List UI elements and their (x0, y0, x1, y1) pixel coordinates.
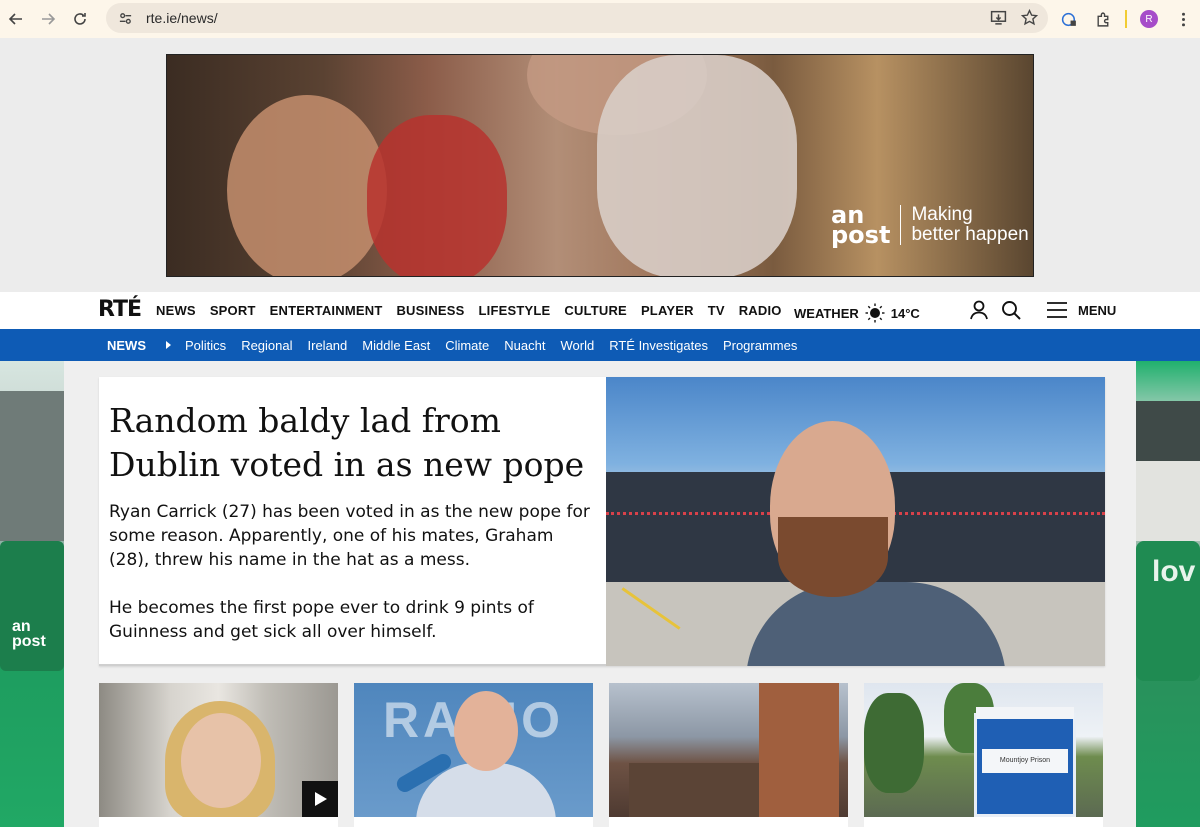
skin-right-brand: lov (1152, 555, 1196, 588)
nav-culture[interactable]: CULTURE (564, 303, 627, 318)
hero-paragraph-2: He becomes the first pope ever to drink … (109, 598, 534, 642)
install-app-icon[interactable] (990, 9, 1007, 26)
subnav-programmes[interactable]: Programmes (723, 338, 797, 353)
browser-menu-button[interactable] (1166, 0, 1200, 38)
story-card-1[interactable] (99, 683, 338, 827)
toolbar-separator (1120, 0, 1132, 38)
profile-button[interactable]: R (1132, 0, 1166, 38)
hero-headline[interactable]: Random baldy lad from Dublin voted in as… (109, 399, 596, 487)
hero-summary: Ryan Carrick (27) has been voted in as t… (109, 500, 596, 644)
ad-tagline: Making better happen (911, 204, 1029, 245)
section-news[interactable]: NEWS (107, 338, 146, 353)
skin-photo-wall (1136, 461, 1200, 541)
nav-news[interactable]: NEWS (156, 303, 196, 318)
hero-image[interactable] (606, 377, 1105, 666)
kebab-menu-icon (1181, 12, 1185, 26)
anpost-ad-banner[interactable]: an post Making better happen (166, 54, 1034, 277)
play-icon (315, 792, 327, 806)
back-arrow-icon (8, 13, 22, 25)
ad-logo: an post Making better happen (831, 201, 1029, 249)
profile-avatar: R (1140, 10, 1158, 28)
account-icon[interactable] (968, 299, 990, 321)
bookmark-star-icon[interactable] (1021, 9, 1038, 26)
subnav-rte-investigates[interactable]: RTÉ Investigates (609, 338, 708, 353)
ad-skin-left[interactable]: an post (0, 361, 64, 827)
nav-business[interactable]: BUSINESS (396, 303, 464, 318)
story-card-4[interactable]: Mountjoy Prison (864, 683, 1103, 827)
ad-photo-shape (367, 115, 507, 276)
reload-button[interactable] (64, 3, 96, 35)
skin-left-brand: an post (12, 618, 46, 650)
hero-article[interactable]: Random baldy lad from Dublin voted in as… (99, 377, 1105, 666)
forward-button[interactable] (32, 3, 64, 35)
menu-label: MENU (1078, 302, 1117, 318)
ad-photo-shape (597, 55, 797, 276)
video-play-button[interactable] (302, 781, 338, 817)
section-subnav: NEWS Politics Regional Ireland Middle Ea… (0, 329, 1200, 361)
site-header: RTÉ NEWS SPORT ENTERTAINMENT BUSINESS LI… (0, 292, 1200, 329)
weather-label: WEATHER (794, 305, 859, 321)
password-manager-button[interactable] (1052, 0, 1086, 38)
site-info-icon[interactable] (116, 9, 134, 27)
story-cards: RADIO Mountjoy Prison (99, 683, 1105, 827)
story-card-2[interactable]: RADIO (354, 683, 593, 827)
menu-button[interactable]: MENU (1046, 299, 1116, 321)
subnav-middle-east[interactable]: Middle East (362, 338, 430, 353)
nav-radio[interactable]: RADIO (739, 303, 782, 318)
skin-photo-house (0, 391, 64, 541)
subnav-nuacht[interactable]: Nuacht (504, 338, 545, 353)
subnav-regional[interactable]: Regional (241, 338, 292, 353)
hero-paragraph-1: Ryan Carrick (27) has been voted in as t… (109, 502, 590, 570)
reload-icon (74, 13, 86, 25)
forward-arrow-icon (42, 13, 56, 25)
subnav-links: Politics Regional Ireland Middle East Cl… (185, 338, 797, 353)
url-text[interactable]: rte.ie/news/ (146, 10, 218, 26)
back-button[interactable] (0, 3, 32, 35)
browser-toolbar: rte.ie/news/ R (0, 0, 1200, 38)
hamburger-icon (1047, 302, 1067, 318)
skin-photo-roof (1136, 401, 1200, 461)
ad-zone: an post Making better happen (0, 38, 1200, 292)
subnav-climate[interactable]: Climate (445, 338, 489, 353)
extensions-button[interactable] (1086, 0, 1120, 38)
nav-tv[interactable]: TV (708, 303, 725, 318)
hero-text-panel: Random baldy lad from Dublin voted in as… (99, 377, 606, 666)
skin-photo-van (0, 541, 64, 671)
subnav-politics[interactable]: Politics (185, 338, 226, 353)
nav-entertainment[interactable]: ENTERTAINMENT (270, 303, 383, 318)
temperature: 14°C (890, 305, 920, 321)
story-thumbnail[interactable] (99, 683, 338, 817)
nav-lifestyle[interactable]: LIFESTYLE (479, 303, 551, 318)
sun-icon (865, 303, 885, 323)
rte-logo[interactable]: RTÉ (98, 297, 142, 322)
address-bar[interactable]: rte.ie/news/ (106, 3, 1048, 33)
nav-player[interactable]: PLAYER (641, 303, 694, 318)
subnav-ireland[interactable]: Ireland (308, 338, 348, 353)
search-icon[interactable] (1000, 299, 1022, 321)
weather-widget[interactable]: WEATHER 14°C (794, 303, 920, 323)
prison-sign-text: Mountjoy Prison (982, 749, 1068, 773)
anpost-logo: an post (831, 201, 891, 249)
puzzle-icon (1096, 12, 1108, 27)
main-content: Random baldy lad from Dublin voted in as… (64, 361, 1136, 827)
key-lock-icon (1061, 12, 1076, 26)
chevron-right-icon (166, 341, 171, 349)
story-card-3[interactable] (609, 683, 848, 827)
ad-photo-shape (227, 95, 387, 276)
subnav-world[interactable]: World (560, 338, 594, 353)
main-nav: NEWS SPORT ENTERTAINMENT BUSINESS LIFEST… (156, 303, 782, 318)
story-thumbnail[interactable]: Mountjoy Prison (864, 683, 1103, 817)
nav-sport[interactable]: SPORT (210, 303, 256, 318)
story-thumbnail[interactable] (609, 683, 848, 817)
ad-skin-right[interactable]: lov (1136, 361, 1200, 827)
story-thumbnail[interactable]: RADIO (354, 683, 593, 817)
